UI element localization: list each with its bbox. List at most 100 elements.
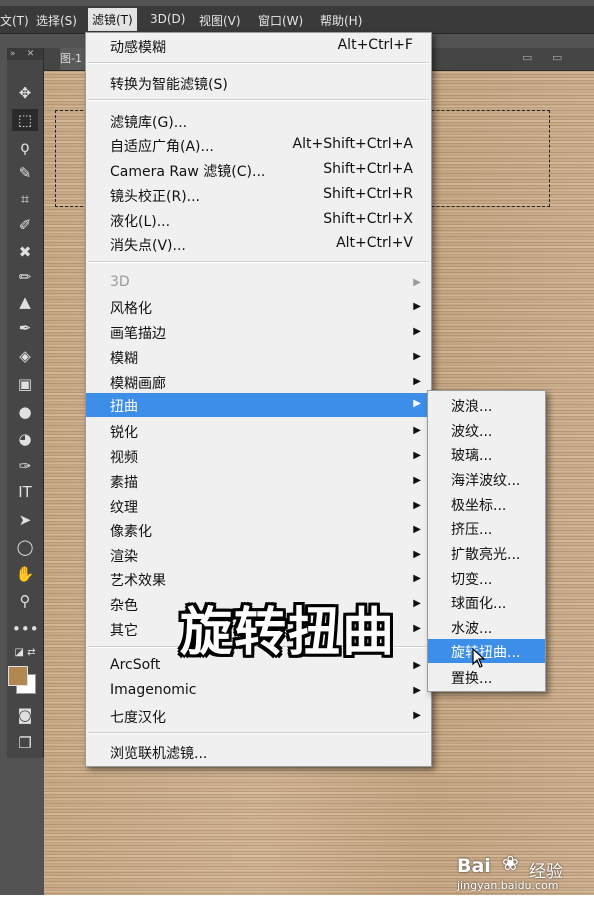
panel-collapse-icon[interactable]: ▭ (522, 51, 532, 64)
submenu-item-ripple[interactable]: 波纹... (428, 419, 545, 441)
menu-view[interactable]: 视图(V) (199, 12, 241, 29)
menu-item-qidu-localization[interactable]: 七度汉化 ▶ (86, 705, 431, 727)
quick-mask-icon[interactable]: ◙ (12, 704, 38, 726)
menu-item-blur-gallery[interactable]: 模糊画廊 ▶ (86, 371, 431, 393)
submenu-arrow-icon: ▶ (413, 277, 421, 288)
menu-item-vanishing-point[interactable]: 消失点(V)... Alt+Ctrl+V (86, 233, 431, 255)
menu-item-label: 浏览联机滤镜... (110, 746, 208, 762)
submenu-item-ocean-ripple[interactable]: 海洋波纹... (428, 468, 545, 490)
submenu-arrow-icon: ▶ (413, 623, 421, 634)
menu-item-texture[interactable]: 纹理 ▶ (86, 495, 431, 517)
menu-item-label: 风格化 (110, 301, 152, 317)
menu-item-label: 其它 (110, 623, 138, 639)
brush-icon[interactable]: ✏ (12, 266, 38, 288)
menu-item-imagenomic[interactable]: Imagenomic ▶ (86, 680, 431, 702)
submenu-item-wave[interactable]: 波浪... (428, 394, 545, 416)
menu-item-brush-strokes[interactable]: 画笔描边 ▶ (86, 321, 431, 343)
menu-item-motion-blur[interactable]: 动感模糊 Alt+Ctrl+F (86, 35, 431, 57)
menu-item-blur[interactable]: 模糊 ▶ (86, 346, 431, 368)
submenu-arrow-icon: ▶ (413, 351, 421, 362)
menu-item-distort[interactable]: 扭曲 ▶ (86, 393, 431, 417)
menu-bar: 文(T) 选择(S) 滤镜(T) 3D(D) 视图(V) 窗口(W) 帮助(H) (0, 6, 594, 34)
submenu-item-polar-coordinates[interactable]: 极坐标... (428, 493, 545, 515)
menu-item-liquify[interactable]: 液化(L)... Shift+Ctrl+X (86, 209, 431, 231)
menu-item-shortcut: Shift+Ctrl+X (323, 211, 413, 227)
watermark-brand: Bai (457, 855, 491, 877)
menu-item-label: 素描 (110, 475, 138, 491)
menu-item-sketch[interactable]: 素描 ▶ (86, 470, 431, 492)
crop-icon[interactable]: ⌗ (12, 188, 38, 210)
menu-3d[interactable]: 3D(D) (150, 12, 185, 26)
more-icon[interactable]: ••• (12, 618, 39, 640)
menu-item-shortcut: Alt+Ctrl+F (337, 37, 413, 53)
menu-help[interactable]: 帮助(H) (320, 12, 362, 29)
foreground-color-swatch[interactable] (8, 666, 28, 686)
menu-item-label: 3D (110, 274, 130, 290)
eyedropper-icon[interactable]: ✐ (12, 214, 38, 236)
stamp-icon[interactable]: ▲ (12, 291, 38, 313)
menu-window[interactable]: 窗口(W) (258, 12, 303, 29)
panel-collapse-icon-2[interactable]: ▭ (552, 51, 562, 64)
menu-item-filter-gallery[interactable]: 滤镜库(G)... (86, 110, 431, 132)
submenu-item-pinch[interactable]: 挤压... (428, 517, 545, 539)
pen-icon[interactable]: ✑ (12, 455, 38, 477)
ellipse-icon[interactable]: ◯ (12, 536, 38, 558)
submenu-arrow-icon: ▶ (413, 598, 421, 609)
menu-item-label: 模糊画廊 (110, 376, 166, 392)
type-icon[interactable]: IT (12, 481, 38, 503)
zoom-icon[interactable]: ⚲ (12, 590, 38, 612)
submenu-item-twirl[interactable]: 旋转扭曲... (428, 639, 545, 663)
swap-colors-icon[interactable]: ◪ ⇄ (12, 642, 38, 664)
history-brush-icon[interactable]: ✒ (12, 317, 38, 339)
submenu-item-label: 海洋波纹... (451, 473, 521, 489)
menu-item-artistic[interactable]: 艺术效果 ▶ (86, 568, 431, 590)
submenu-item-label: 挤压... (451, 522, 493, 538)
watermark-url: jingyan.baidu.com (457, 879, 559, 892)
gradient-icon[interactable]: ▣ (12, 373, 38, 395)
screen-mode-icon[interactable]: ❐ (12, 732, 38, 754)
submenu-item-glass[interactable]: 玻璃... (428, 443, 545, 465)
menu-item-camera-raw[interactable]: Camera Raw 滤镜(C)... Shift+Ctrl+A (86, 159, 431, 181)
submenu-item-label: 球面化... (451, 596, 507, 612)
menu-item-browse-online-filters[interactable]: 浏览联机滤镜... (86, 741, 431, 763)
submenu-arrow-icon: ▶ (413, 685, 421, 696)
quick-select-icon[interactable]: ✎ (12, 162, 38, 184)
menu-filter[interactable]: 滤镜(T) (88, 8, 137, 31)
menu-item-shortcut: Alt+Ctrl+V (336, 235, 413, 251)
menu-item-video[interactable]: 视频 ▶ (86, 445, 431, 467)
menu-item-stylize[interactable]: 风格化 ▶ (86, 296, 431, 318)
menu-item-render[interactable]: 渲染 ▶ (86, 544, 431, 566)
submenu-item-spherize[interactable]: 球面化... (428, 591, 545, 613)
menu-item-adaptive-wide-angle[interactable]: 自适应广角(A)... Alt+Shift+Ctrl+A (86, 134, 431, 156)
blur-icon[interactable]: ● (12, 401, 38, 423)
submenu-item-diffuse-glow[interactable]: 扩散亮光... (428, 542, 545, 564)
submenu-arrow-icon: ▶ (413, 398, 421, 409)
submenu-arrow-icon: ▶ (413, 376, 421, 387)
menu-item-pixelate[interactable]: 像素化 ▶ (86, 519, 431, 541)
submenu-item-zigzag[interactable]: 水波... (428, 616, 545, 638)
menu-text[interactable]: 文(T) (0, 12, 29, 29)
menu-item-smart-filter[interactable]: 转换为智能滤镜(S) (86, 72, 431, 94)
menu-item-label: 锐化 (110, 425, 138, 441)
eraser-icon[interactable]: ◈ (12, 345, 38, 367)
menu-item-label: 滤镜库(G)... (110, 115, 188, 131)
submenu-item-label: 玻璃... (451, 448, 493, 464)
hand-icon[interactable]: ✋ (12, 563, 38, 585)
path-select-icon[interactable]: ➤ (12, 509, 38, 531)
menu-select[interactable]: 选择(S) (36, 12, 77, 29)
lasso-icon[interactable]: ϙ (12, 136, 38, 158)
menu-item-lens-correction[interactable]: 镜头校正(R)... Shift+Ctrl+R (86, 184, 431, 206)
menu-item-label: 杂色 (110, 598, 138, 614)
menu-item-sharpen[interactable]: 锐化 ▶ (86, 420, 431, 442)
dodge-icon[interactable]: ◕ (12, 428, 38, 450)
submenu-item-label: 波纹... (451, 424, 493, 440)
healing-icon[interactable]: ✖ (12, 241, 38, 263)
submenu-item-displace[interactable]: 置换... (428, 666, 545, 688)
move-icon[interactable]: ✥ (12, 82, 38, 104)
submenu-item-shear[interactable]: 切变... (428, 567, 545, 589)
submenu-arrow-icon: ▶ (413, 660, 421, 671)
menu-item-shortcut: Shift+Ctrl+A (323, 161, 413, 177)
marquee-icon[interactable]: ⬚ (12, 109, 38, 131)
menu-item-label: 渲染 (110, 549, 138, 565)
menu-item-label: 扭曲 (110, 399, 138, 415)
